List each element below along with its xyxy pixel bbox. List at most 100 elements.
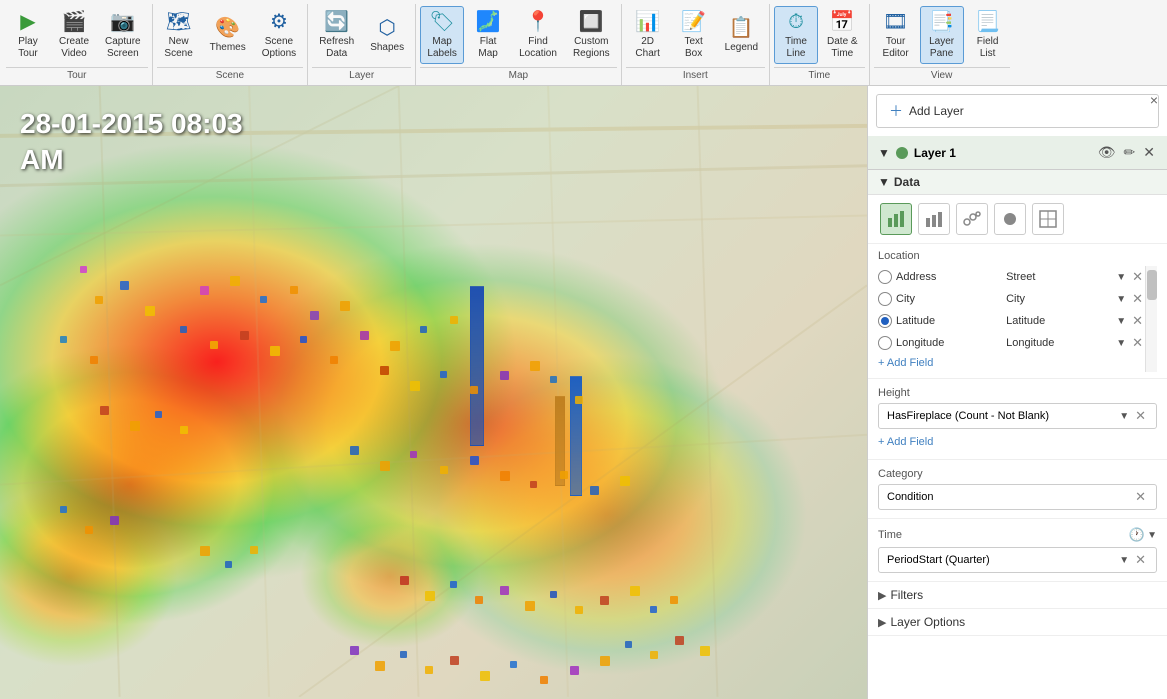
latitude-dropdown-arrow[interactable]: ▼	[1116, 316, 1126, 327]
tour-editor-button[interactable]: 🎞 Tour Editor	[874, 6, 918, 64]
layer-edit-icon[interactable]: ✏	[1122, 142, 1138, 163]
city-dropdown-arrow[interactable]: ▼	[1116, 294, 1126, 305]
category-label: Category	[878, 468, 1157, 480]
map-dot	[470, 456, 479, 465]
legend-button[interactable]: 📋 Legend	[718, 6, 765, 64]
layer-options-arrow-icon: ▶	[878, 616, 886, 629]
insert-group-label: Insert	[626, 67, 765, 85]
map-dot	[300, 336, 307, 343]
time-remove-button[interactable]: ✕	[1133, 552, 1148, 568]
map-dot	[110, 516, 119, 525]
legend-icon: 📋	[729, 16, 754, 40]
layer-visibility-icon[interactable]: 👁	[1096, 142, 1118, 163]
field-radio-city[interactable]	[878, 292, 892, 306]
address-remove-button[interactable]: ✕	[1130, 269, 1145, 285]
play-tour-button[interactable]: ▶ Play Tour	[6, 6, 50, 64]
add-layer-button[interactable]: ＋ Add Layer	[876, 94, 1159, 128]
field-radio-longitude[interactable]	[878, 336, 892, 350]
map-dot	[375, 661, 385, 671]
toolbar-group-map: 🏷 Map Labels 🗾 Flat Map 📍 Find Location …	[416, 4, 622, 85]
data-type-dot-icon[interactable]	[994, 203, 1026, 235]
date-time-icon: 📅	[830, 10, 855, 34]
field-radio-latitude[interactable]	[878, 314, 892, 328]
data-type-region-icon[interactable]	[1032, 203, 1064, 235]
toolbar: ▶ Play Tour 🎬 Create Video 📷 Capture Scr…	[0, 0, 1167, 86]
new-scene-button[interactable]: 🗺 New Scene	[157, 6, 201, 64]
map-dot	[550, 591, 557, 598]
map-dot	[510, 661, 517, 668]
longitude-remove-button[interactable]: ✕	[1130, 335, 1145, 351]
date-time-button[interactable]: 📅 Date & Time	[820, 6, 865, 64]
add-layer-label: Add Layer	[909, 104, 964, 118]
layer-options-row[interactable]: ▶ Layer Options	[868, 609, 1167, 636]
layer-expand-arrow[interactable]: ▼	[878, 146, 890, 160]
data-section-header[interactable]: ▼ Data	[868, 170, 1167, 195]
scene-options-button[interactable]: ⚙ Scene Options	[255, 6, 303, 64]
field-row-longitude: Longitude Longitude ▼ ✕	[878, 332, 1145, 354]
themes-icon: 🎨	[215, 16, 240, 40]
data-type-bar-icon[interactable]	[880, 203, 912, 235]
map-dot	[440, 466, 448, 474]
themes-button[interactable]: 🎨 Themes	[203, 6, 253, 64]
data-type-cluster-icon[interactable]	[918, 203, 950, 235]
layer-pane-button[interactable]: 📑 Layer Pane	[920, 6, 964, 64]
field-row-latitude: Latitude Latitude ▼ ✕	[878, 310, 1145, 332]
map-dot	[470, 386, 478, 394]
data-type-scatter-icon[interactable]	[956, 203, 988, 235]
field-list-button[interactable]: 📃 Field List	[966, 6, 1010, 64]
city-remove-button[interactable]: ✕	[1130, 291, 1145, 307]
map-dot	[180, 326, 187, 333]
location-add-field-row[interactable]: + Add Field	[878, 354, 1145, 372]
time-settings-arrow[interactable]: ▼	[1147, 530, 1157, 541]
category-field-box[interactable]: Condition ✕	[878, 484, 1157, 510]
field-radio-address[interactable]	[878, 270, 892, 284]
map-dot	[425, 591, 435, 601]
height-remove-button[interactable]: ✕	[1133, 408, 1148, 424]
map-area[interactable]: 28-01-2015 08:03 AM	[0, 86, 867, 699]
latitude-remove-button[interactable]: ✕	[1130, 313, 1145, 329]
2d-chart-button[interactable]: 📊 2D Chart	[626, 6, 670, 64]
flat-map-label: Flat Map	[478, 36, 497, 60]
field-name-latitude: Latitude	[896, 315, 1002, 327]
height-field-box[interactable]: HasFireplace (Count - Not Blank) ▼ ✕	[878, 403, 1157, 429]
create-video-icon: 🎬	[62, 10, 87, 34]
field-name-address: Address	[896, 271, 1002, 283]
map-dot	[650, 606, 657, 613]
panel-close-button[interactable]: ×	[1145, 90, 1163, 110]
view-group-label: View	[874, 67, 1010, 85]
height-add-field-label: + Add Field	[878, 436, 933, 448]
data-section-label: Data	[894, 175, 920, 189]
map-labels-button[interactable]: 🏷 Map Labels	[420, 6, 464, 64]
time-line-button[interactable]: ⏱ Time Line	[774, 6, 818, 64]
custom-regions-button[interactable]: 🔲 Custom Regions	[566, 6, 617, 64]
map-dot	[100, 406, 109, 415]
flat-map-button[interactable]: 🗾 Flat Map	[466, 6, 510, 64]
create-video-button[interactable]: 🎬 Create Video	[52, 6, 96, 64]
map-dot	[440, 371, 447, 378]
text-box-button[interactable]: 📝 Text Box	[672, 6, 716, 64]
longitude-dropdown-arrow[interactable]: ▼	[1116, 338, 1126, 349]
map-dot	[475, 596, 483, 604]
map-dot	[230, 276, 240, 286]
location-scrollbar[interactable]	[1145, 266, 1157, 372]
find-location-button[interactable]: 📍 Find Location	[512, 6, 564, 64]
filters-row[interactable]: ▶ Filters	[868, 582, 1167, 609]
refresh-data-button[interactable]: 🔄 Refresh Data	[312, 6, 361, 64]
height-dropdown-arrow[interactable]: ▼	[1119, 411, 1129, 422]
category-remove-button[interactable]: ✕	[1133, 489, 1148, 505]
toolbar-buttons-tour: ▶ Play Tour 🎬 Create Video 📷 Capture Scr…	[6, 4, 148, 65]
shapes-button[interactable]: ⬡ Shapes	[363, 6, 411, 64]
layer-delete-icon[interactable]: ✕	[1141, 142, 1157, 163]
time-dropdown-arrow-inner[interactable]: ▼	[1119, 555, 1129, 566]
map-dot	[600, 596, 609, 605]
address-dropdown-arrow[interactable]: ▼	[1116, 272, 1126, 283]
height-add-field-row[interactable]: + Add Field	[878, 433, 1157, 451]
time-section: Time 🕐 ▼ PeriodStart (Quarter) ▼ ✕	[868, 519, 1167, 582]
capture-screen-button[interactable]: 📷 Capture Screen	[98, 6, 148, 64]
map-streets-overlay	[0, 86, 867, 697]
refresh-data-label: Refresh Data	[319, 36, 354, 60]
time-field-box[interactable]: PeriodStart (Quarter) ▼ ✕	[878, 547, 1157, 573]
map-dot	[200, 546, 210, 556]
field-value-longitude: Longitude	[1006, 337, 1112, 349]
map-dot	[540, 676, 548, 684]
